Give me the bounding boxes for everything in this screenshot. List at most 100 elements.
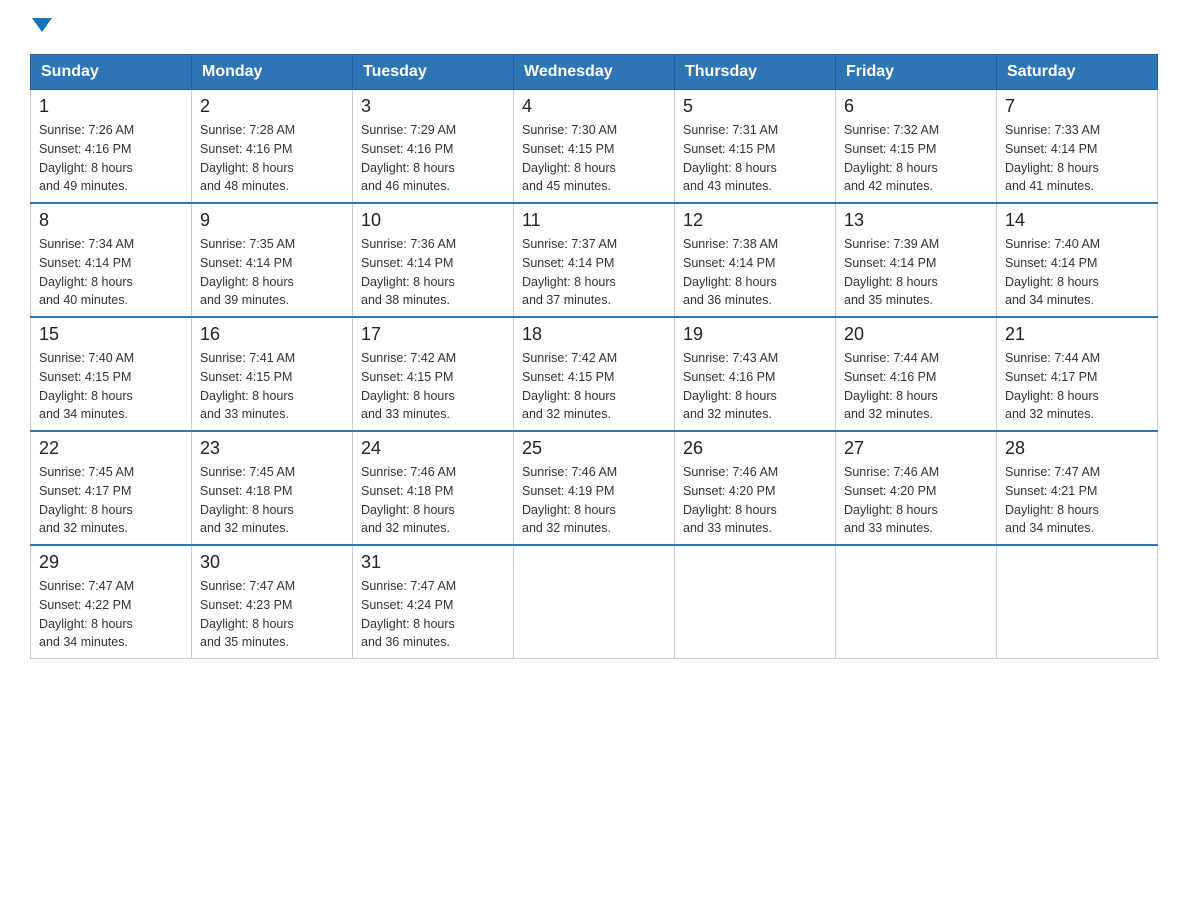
day-number: 18	[522, 324, 666, 345]
day-info: Sunrise: 7:45 AMSunset: 4:18 PMDaylight:…	[200, 463, 344, 538]
day-number: 25	[522, 438, 666, 459]
day-info: Sunrise: 7:46 AMSunset: 4:19 PMDaylight:…	[522, 463, 666, 538]
day-number: 21	[1005, 324, 1149, 345]
day-number: 26	[683, 438, 827, 459]
column-header-friday: Friday	[836, 55, 997, 90]
day-info: Sunrise: 7:43 AMSunset: 4:16 PMDaylight:…	[683, 349, 827, 424]
week-row-1: 1 Sunrise: 7:26 AMSunset: 4:16 PMDaylight…	[31, 90, 1158, 204]
day-info: Sunrise: 7:47 AMSunset: 4:24 PMDaylight:…	[361, 577, 505, 652]
day-number: 31	[361, 552, 505, 573]
day-number: 23	[200, 438, 344, 459]
day-cell: 28Sunrise: 7:47 AMSunset: 4:21 PMDayligh…	[997, 431, 1158, 545]
day-info: Sunrise: 7:40 AMSunset: 4:15 PMDaylight:…	[39, 349, 183, 424]
day-number: 19	[683, 324, 827, 345]
day-info: Sunrise: 7:42 AMSunset: 4:15 PMDaylight:…	[522, 349, 666, 424]
day-info: Sunrise: 7:35 AMSunset: 4:14 PMDaylight:…	[200, 235, 344, 310]
day-info: Sunrise: 7:33 AMSunset: 4:14 PMDaylight:…	[1005, 121, 1149, 196]
day-number: 13	[844, 210, 988, 231]
day-number: 6	[844, 96, 988, 117]
day-cell: 9 Sunrise: 7:35 AMSunset: 4:14 PMDaylight…	[192, 203, 353, 317]
day-cell: 1 Sunrise: 7:26 AMSunset: 4:16 PMDaylight…	[31, 90, 192, 204]
day-info: Sunrise: 7:30 AMSunset: 4:15 PMDaylight:…	[522, 121, 666, 196]
day-number: 15	[39, 324, 183, 345]
day-number: 29	[39, 552, 183, 573]
day-cell: 21 Sunrise: 7:44 AMSunset: 4:17 PMDayligh…	[997, 317, 1158, 431]
day-number: 4	[522, 96, 666, 117]
day-cell: 8Sunrise: 7:34 AMSunset: 4:14 PMDaylight…	[31, 203, 192, 317]
day-cell: 24 Sunrise: 7:46 AMSunset: 4:18 PMDayligh…	[353, 431, 514, 545]
day-number: 1	[39, 96, 183, 117]
day-number: 28	[1005, 438, 1149, 459]
day-cell: 27Sunrise: 7:46 AMSunset: 4:20 PMDayligh…	[836, 431, 997, 545]
day-cell: 19 Sunrise: 7:43 AMSunset: 4:16 PMDayligh…	[675, 317, 836, 431]
column-header-saturday: Saturday	[997, 55, 1158, 90]
day-cell	[836, 545, 997, 659]
day-cell: 23 Sunrise: 7:45 AMSunset: 4:18 PMDayligh…	[192, 431, 353, 545]
day-info: Sunrise: 7:47 AMSunset: 4:23 PMDaylight:…	[200, 577, 344, 652]
day-number: 9	[200, 210, 344, 231]
day-number: 16	[200, 324, 344, 345]
day-number: 2	[200, 96, 344, 117]
day-cell: 30 Sunrise: 7:47 AMSunset: 4:23 PMDayligh…	[192, 545, 353, 659]
day-info: Sunrise: 7:41 AMSunset: 4:15 PMDaylight:…	[200, 349, 344, 424]
day-info: Sunrise: 7:37 AMSunset: 4:14 PMDaylight:…	[522, 235, 666, 310]
day-cell: 14Sunrise: 7:40 AMSunset: 4:14 PMDayligh…	[997, 203, 1158, 317]
day-info: Sunrise: 7:44 AMSunset: 4:16 PMDaylight:…	[844, 349, 988, 424]
day-cell: 12Sunrise: 7:38 AMSunset: 4:14 PMDayligh…	[675, 203, 836, 317]
day-cell: 6 Sunrise: 7:32 AMSunset: 4:15 PMDaylight…	[836, 90, 997, 204]
day-cell: 11Sunrise: 7:37 AMSunset: 4:14 PMDayligh…	[514, 203, 675, 317]
day-cell: 2 Sunrise: 7:28 AMSunset: 4:16 PMDaylight…	[192, 90, 353, 204]
day-number: 20	[844, 324, 988, 345]
day-info: Sunrise: 7:46 AMSunset: 4:20 PMDaylight:…	[844, 463, 988, 538]
header-row: SundayMondayTuesdayWednesdayThursdayFrid…	[31, 55, 1158, 90]
day-number: 30	[200, 552, 344, 573]
day-number: 24	[361, 438, 505, 459]
day-info: Sunrise: 7:31 AMSunset: 4:15 PMDaylight:…	[683, 121, 827, 196]
day-info: Sunrise: 7:46 AMSunset: 4:20 PMDaylight:…	[683, 463, 827, 538]
day-info: Sunrise: 7:47 AMSunset: 4:22 PMDaylight:…	[39, 577, 183, 652]
day-info: Sunrise: 7:40 AMSunset: 4:14 PMDaylight:…	[1005, 235, 1149, 310]
day-info: Sunrise: 7:45 AMSunset: 4:17 PMDaylight:…	[39, 463, 183, 538]
day-number: 12	[683, 210, 827, 231]
day-cell: 4 Sunrise: 7:30 AMSunset: 4:15 PMDaylight…	[514, 90, 675, 204]
day-cell: 20 Sunrise: 7:44 AMSunset: 4:16 PMDayligh…	[836, 317, 997, 431]
day-cell	[997, 545, 1158, 659]
day-number: 17	[361, 324, 505, 345]
day-info: Sunrise: 7:29 AMSunset: 4:16 PMDaylight:…	[361, 121, 505, 196]
day-info: Sunrise: 7:28 AMSunset: 4:16 PMDaylight:…	[200, 121, 344, 196]
day-info: Sunrise: 7:46 AMSunset: 4:18 PMDaylight:…	[361, 463, 505, 538]
logo	[30, 20, 52, 34]
day-cell: 29 Sunrise: 7:47 AMSunset: 4:22 PMDayligh…	[31, 545, 192, 659]
day-info: Sunrise: 7:34 AMSunset: 4:14 PMDaylight:…	[39, 235, 183, 310]
day-number: 3	[361, 96, 505, 117]
day-number: 22	[39, 438, 183, 459]
day-cell: 7Sunrise: 7:33 AMSunset: 4:14 PMDaylight…	[997, 90, 1158, 204]
day-cell: 16 Sunrise: 7:41 AMSunset: 4:15 PMDayligh…	[192, 317, 353, 431]
day-number: 10	[361, 210, 505, 231]
calendar-table: SundayMondayTuesdayWednesdayThursdayFrid…	[30, 54, 1158, 659]
day-cell: 15 Sunrise: 7:40 AMSunset: 4:15 PMDayligh…	[31, 317, 192, 431]
column-header-sunday: Sunday	[31, 55, 192, 90]
day-cell: 18 Sunrise: 7:42 AMSunset: 4:15 PMDayligh…	[514, 317, 675, 431]
day-info: Sunrise: 7:44 AMSunset: 4:17 PMDaylight:…	[1005, 349, 1149, 424]
column-header-tuesday: Tuesday	[353, 55, 514, 90]
day-number: 5	[683, 96, 827, 117]
day-cell: 13Sunrise: 7:39 AMSunset: 4:14 PMDayligh…	[836, 203, 997, 317]
day-info: Sunrise: 7:36 AMSunset: 4:14 PMDaylight:…	[361, 235, 505, 310]
day-cell	[514, 545, 675, 659]
column-header-thursday: Thursday	[675, 55, 836, 90]
week-row-4: 22 Sunrise: 7:45 AMSunset: 4:17 PMDayligh…	[31, 431, 1158, 545]
logo-triangle-icon	[32, 18, 52, 32]
day-cell: 3 Sunrise: 7:29 AMSunset: 4:16 PMDaylight…	[353, 90, 514, 204]
day-info: Sunrise: 7:32 AMSunset: 4:15 PMDaylight:…	[844, 121, 988, 196]
day-cell: 10 Sunrise: 7:36 AMSunset: 4:14 PMDayligh…	[353, 203, 514, 317]
week-row-5: 29 Sunrise: 7:47 AMSunset: 4:22 PMDayligh…	[31, 545, 1158, 659]
week-row-2: 8Sunrise: 7:34 AMSunset: 4:14 PMDaylight…	[31, 203, 1158, 317]
day-cell: 26 Sunrise: 7:46 AMSunset: 4:20 PMDayligh…	[675, 431, 836, 545]
day-cell: 17Sunrise: 7:42 AMSunset: 4:15 PMDayligh…	[353, 317, 514, 431]
day-cell	[675, 545, 836, 659]
day-info: Sunrise: 7:26 AMSunset: 4:16 PMDaylight:…	[39, 121, 183, 196]
day-cell: 5 Sunrise: 7:31 AMSunset: 4:15 PMDaylight…	[675, 90, 836, 204]
week-row-3: 15 Sunrise: 7:40 AMSunset: 4:15 PMDayligh…	[31, 317, 1158, 431]
day-cell: 25 Sunrise: 7:46 AMSunset: 4:19 PMDayligh…	[514, 431, 675, 545]
